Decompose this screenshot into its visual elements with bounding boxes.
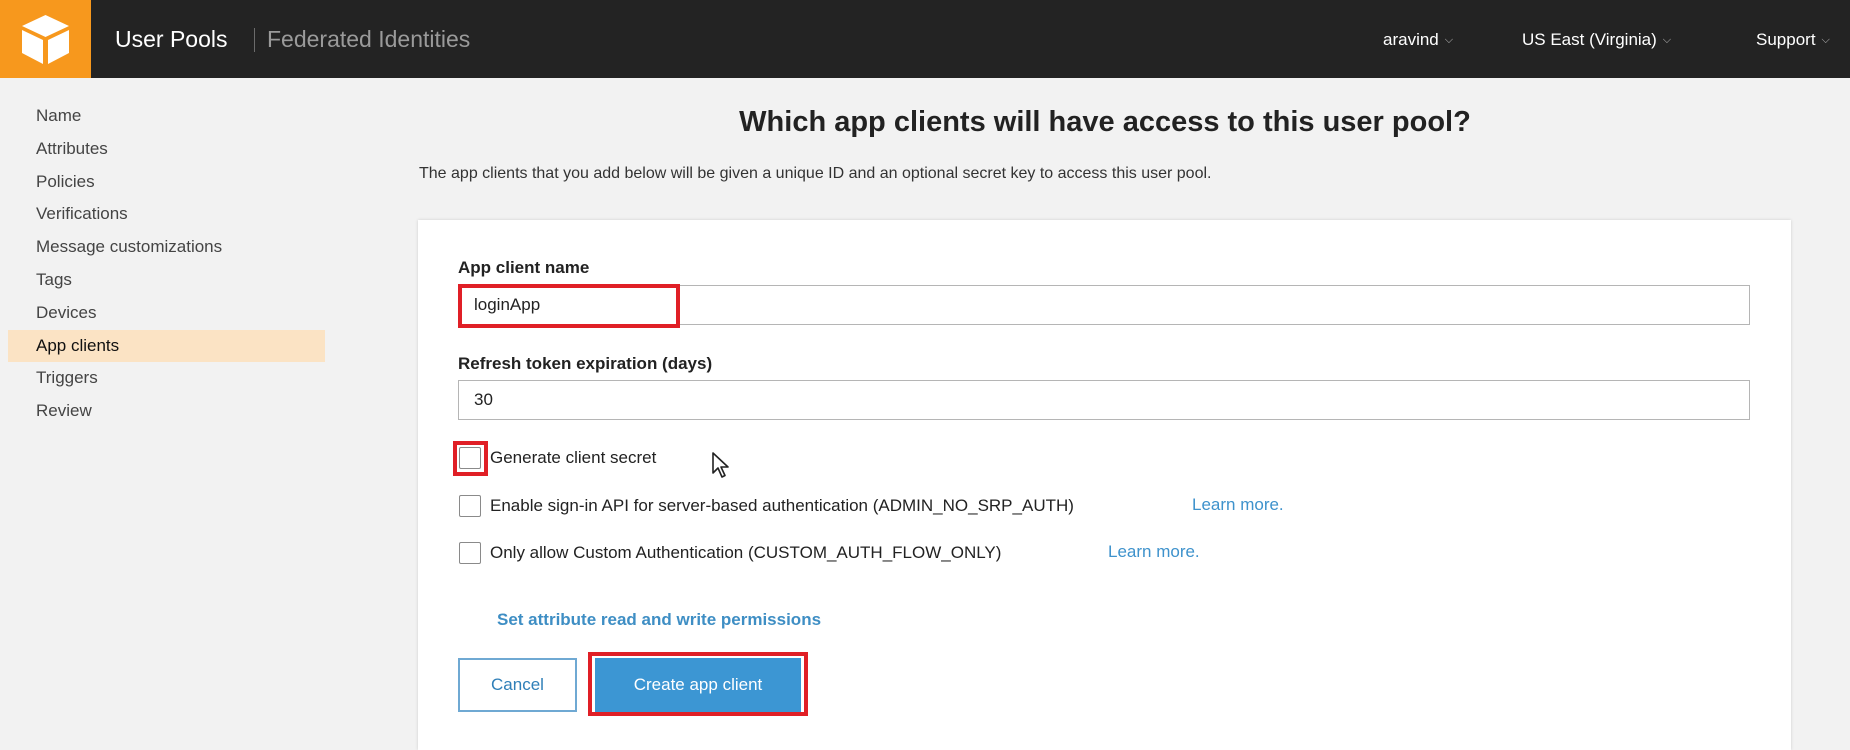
account-menu-label: aravind bbox=[1383, 30, 1439, 49]
attribute-permissions-link[interactable]: Set attribute read and write permissions bbox=[497, 610, 821, 630]
refresh-token-label: Refresh token expiration (days) bbox=[458, 354, 713, 373]
chevron-down-icon: ⌵ bbox=[1662, 34, 1672, 46]
support-menu-label: Support bbox=[1756, 30, 1816, 49]
nav-user-pools[interactable]: User Pools bbox=[115, 26, 227, 53]
sidebar-item-name[interactable]: Name bbox=[0, 100, 325, 133]
learn-more-link-admin-no-srp[interactable]: Learn more. bbox=[1192, 495, 1284, 515]
nav-divider bbox=[254, 28, 255, 52]
sidebar-item-review[interactable]: Review bbox=[0, 395, 325, 428]
region-menu[interactable]: US East (Virginia) ⌵ bbox=[1522, 30, 1671, 50]
app-client-name-label: App client name bbox=[458, 258, 590, 277]
support-menu[interactable]: Support ⌵ bbox=[1756, 30, 1830, 50]
sidebar-item-triggers[interactable]: Triggers bbox=[0, 362, 325, 395]
sidebar-item-devices[interactable]: Devices bbox=[0, 297, 325, 330]
sidebar-item-tags[interactable]: Tags bbox=[0, 264, 325, 297]
custom-auth-flow-only-label[interactable]: Only allow Custom Authentication (CUSTOM… bbox=[490, 543, 1001, 563]
mouse-cursor-icon bbox=[712, 452, 729, 478]
region-menu-label: US East (Virginia) bbox=[1522, 30, 1657, 49]
app-client-name-input[interactable] bbox=[458, 285, 1750, 325]
account-menu[interactable]: aravind ⌵ bbox=[1383, 30, 1453, 50]
sidebar-item-app-clients[interactable]: App clients bbox=[8, 329, 325, 363]
refresh-token-input[interactable] bbox=[458, 380, 1750, 420]
cube-icon bbox=[22, 15, 69, 64]
page-description: The app clients that you add below will … bbox=[419, 165, 1212, 182]
cognito-logo[interactable] bbox=[0, 0, 91, 78]
sidebar-item-policies[interactable]: Policies bbox=[0, 166, 325, 199]
learn-more-link-custom-auth[interactable]: Learn more. bbox=[1108, 542, 1200, 562]
sidebar-item-message-customizations[interactable]: Message customizations bbox=[0, 231, 325, 264]
sidebar-item-attributes[interactable]: Attributes bbox=[0, 133, 325, 166]
cancel-button[interactable]: Cancel bbox=[458, 658, 577, 712]
generate-client-secret-checkbox[interactable] bbox=[459, 447, 481, 469]
admin-no-srp-auth-label[interactable]: Enable sign-in API for server-based auth… bbox=[490, 496, 1074, 516]
page-title: Which app clients will have access to th… bbox=[739, 106, 1471, 138]
chevron-down-icon: ⌵ bbox=[1821, 34, 1830, 46]
nav-federated-identities[interactable]: Federated Identities bbox=[267, 26, 470, 53]
top-navigation-bar: User Pools Federated Identities aravind ⌵… bbox=[0, 0, 1850, 78]
custom-auth-flow-only-checkbox[interactable] bbox=[459, 542, 481, 564]
sidebar-item-verifications[interactable]: Verifications bbox=[0, 198, 325, 231]
create-app-client-button[interactable]: Create app client bbox=[595, 658, 801, 712]
sidebar: Name Attributes Policies Verifications M… bbox=[0, 100, 325, 428]
chevron-down-icon: ⌵ bbox=[1444, 34, 1454, 46]
generate-client-secret-label[interactable]: Generate client secret bbox=[490, 448, 656, 468]
admin-no-srp-auth-checkbox[interactable] bbox=[459, 495, 481, 517]
